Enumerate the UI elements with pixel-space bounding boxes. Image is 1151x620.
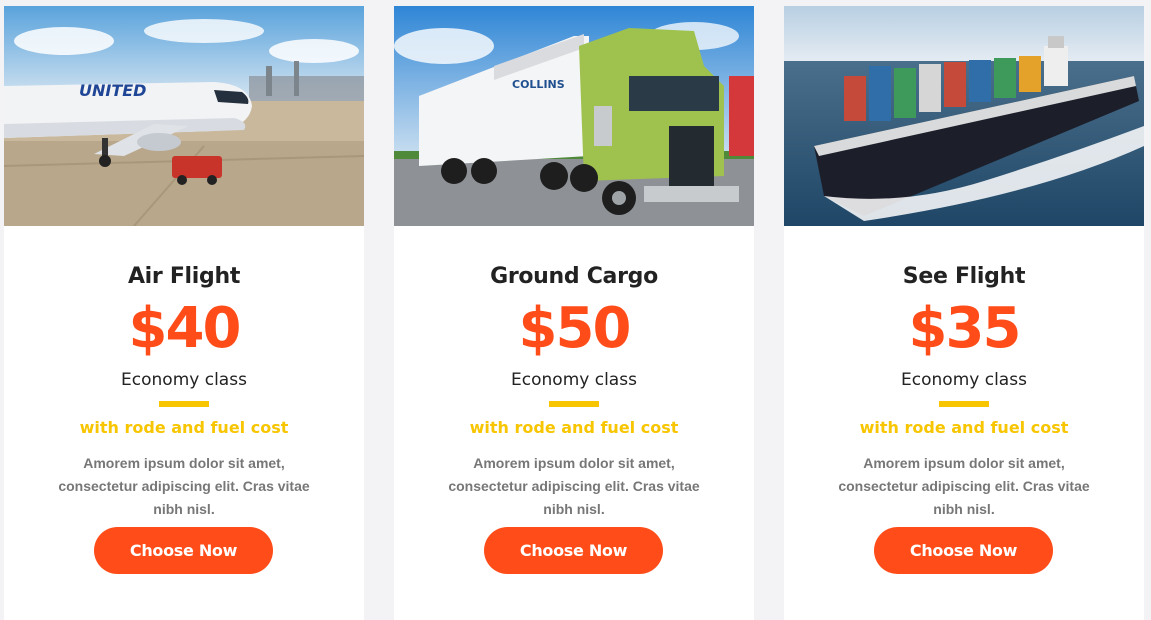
card-divider: [939, 401, 989, 407]
card-price: $50: [518, 296, 632, 361]
choose-now-button[interactable]: Choose Now: [94, 527, 273, 574]
card-price: $35: [908, 296, 1022, 361]
airplane-photo: UNITED: [4, 6, 364, 226]
card-divider: [549, 401, 599, 407]
svg-text:UNITED: UNITED: [79, 81, 146, 100]
card-note: with rode and fuel cost: [859, 418, 1069, 437]
card-class-label: Economy class: [511, 370, 637, 390]
pricing-card-air-flight: UNITED Air Flight $40 Economy class with…: [4, 6, 364, 620]
pricing-card-ground-cargo: COLLINS Ground Cargo $50 Economy class w…: [394, 6, 754, 620]
cargo-ship-photo: [784, 6, 1144, 226]
card-description: Amorem ipsum dolor sit amet, consectetur…: [448, 455, 700, 517]
card-note: with rode and fuel cost: [79, 418, 289, 437]
choose-now-button[interactable]: Choose Now: [874, 527, 1053, 574]
card-divider: [159, 401, 209, 407]
pricing-cards: UNITED Air Flight $40 Economy class with…: [0, 0, 1151, 620]
card-note: with rode and fuel cost: [469, 418, 679, 437]
pricing-card-see-flight: See Flight $35 Economy class with rode a…: [784, 6, 1144, 620]
card-class-label: Economy class: [901, 370, 1027, 390]
card-class-label: Economy class: [121, 370, 247, 390]
card-title: See Flight: [902, 264, 1026, 289]
card-price: $40: [128, 296, 242, 361]
card-title: Air Flight: [127, 264, 241, 289]
truck-photo: COLLINS: [394, 6, 754, 226]
svg-text:COLLINS: COLLINS: [512, 78, 565, 91]
card-description: Amorem ipsum dolor sit amet, consectetur…: [58, 455, 310, 517]
card-title: Ground Cargo: [490, 264, 658, 289]
choose-now-button[interactable]: Choose Now: [484, 527, 663, 574]
card-description: Amorem ipsum dolor sit amet, consectetur…: [838, 455, 1090, 517]
